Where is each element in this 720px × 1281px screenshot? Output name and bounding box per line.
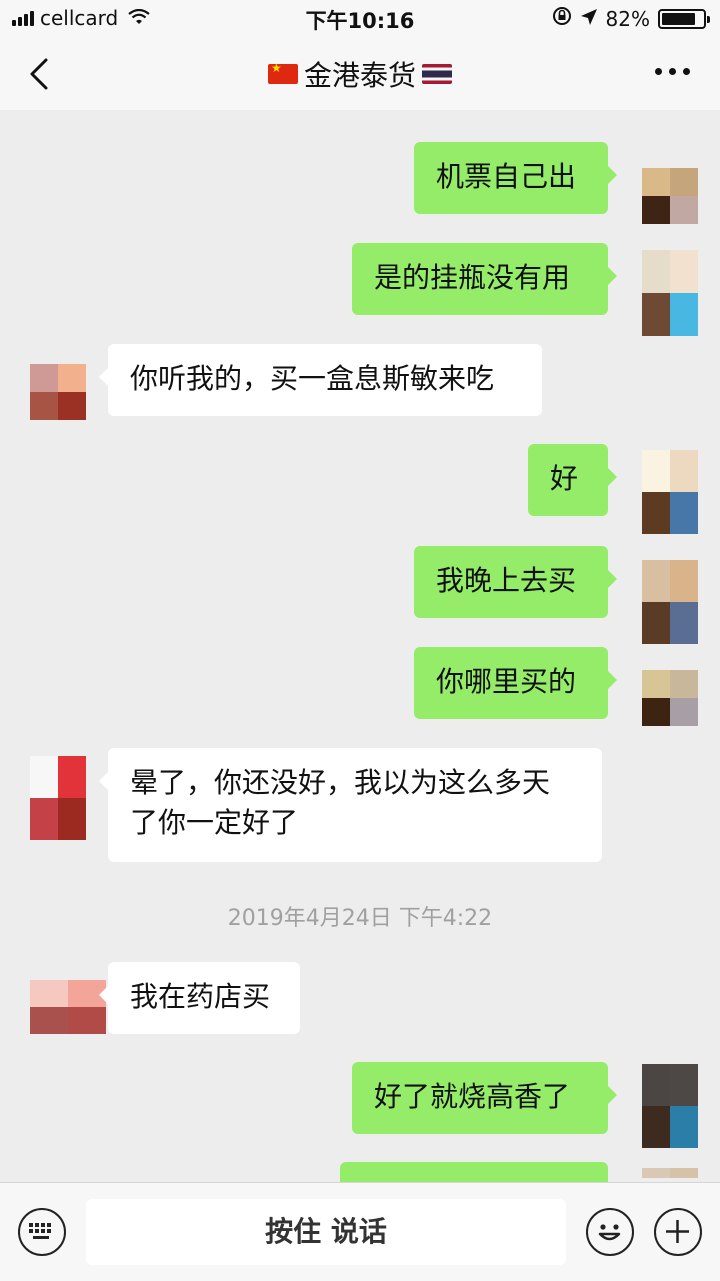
my-avatar[interactable]	[642, 1168, 698, 1182]
message-bubble-outgoing[interactable]: 好了就烧高香了	[352, 1062, 617, 1134]
my-avatar[interactable]	[642, 1064, 698, 1148]
keyboard-icon	[29, 1223, 51, 1239]
contact-avatar[interactable]	[30, 980, 106, 1034]
more-functions-button[interactable]	[654, 1208, 702, 1256]
contact-avatar[interactable]	[30, 364, 86, 420]
my-avatar[interactable]	[642, 168, 698, 224]
emoji-icon	[598, 1224, 621, 1241]
message-bubble-incoming[interactable]: 晕了，你还没好，我以为这么多天 了你一定好了	[99, 748, 602, 862]
hold-to-talk-button[interactable]: 按住 说话	[86, 1199, 566, 1265]
message-bubble-outgoing[interactable]: 我晚上去买	[414, 546, 617, 618]
more-options-button[interactable]	[655, 68, 690, 75]
emoji-button[interactable]	[586, 1208, 634, 1256]
my-avatar[interactable]	[642, 670, 698, 726]
message-bubble-outgoing[interactable]: 好	[528, 444, 617, 516]
rotation-lock-icon	[552, 6, 572, 31]
china-flag-icon	[267, 64, 298, 84]
my-avatar[interactable]	[642, 250, 698, 336]
message-bubble-outgoing[interactable]: 机票自己出	[414, 142, 617, 214]
timestamp: 2019年4月24日 下午4:22	[227, 906, 493, 931]
plus-icon	[666, 1220, 689, 1243]
my-avatar[interactable]	[642, 450, 698, 534]
chat-title: 金港泰货	[0, 54, 720, 94]
thailand-flag-icon	[422, 64, 452, 84]
more-dots-icon	[655, 68, 662, 75]
battery-icon	[658, 8, 710, 29]
location-icon	[580, 7, 598, 31]
status-right: 82%	[552, 6, 710, 31]
message-bubble-outgoing[interactable]: 你哪里买的	[414, 647, 617, 719]
nav-bar: 金港泰货	[0, 36, 720, 110]
contact-avatar[interactable]	[30, 756, 86, 840]
message-bubble-incoming[interactable]: 你听我的，买一盒息斯敏来吃	[99, 344, 542, 416]
keyboard-toggle-button[interactable]	[18, 1208, 66, 1256]
input-bar: 按住 说话	[0, 1182, 720, 1281]
chat-title-text: 金港泰货	[303, 59, 416, 92]
message-bubble-outgoing[interactable]: 是的挂瓶没有用	[352, 243, 617, 315]
status-bar: cellcard 下午10:16 82%	[0, 0, 720, 36]
my-avatar[interactable]	[642, 560, 698, 644]
battery-percent: 82%	[605, 6, 650, 31]
message-bubble-outgoing-partial[interactable]	[340, 1162, 608, 1182]
chat-area[interactable]: 机票自己出 是的挂瓶没有用 你听我的，买一盒息斯敏来吃 好 我晚上去买 你哪里买…	[0, 110, 720, 1182]
message-bubble-incoming[interactable]: 我在药店买	[99, 962, 300, 1034]
